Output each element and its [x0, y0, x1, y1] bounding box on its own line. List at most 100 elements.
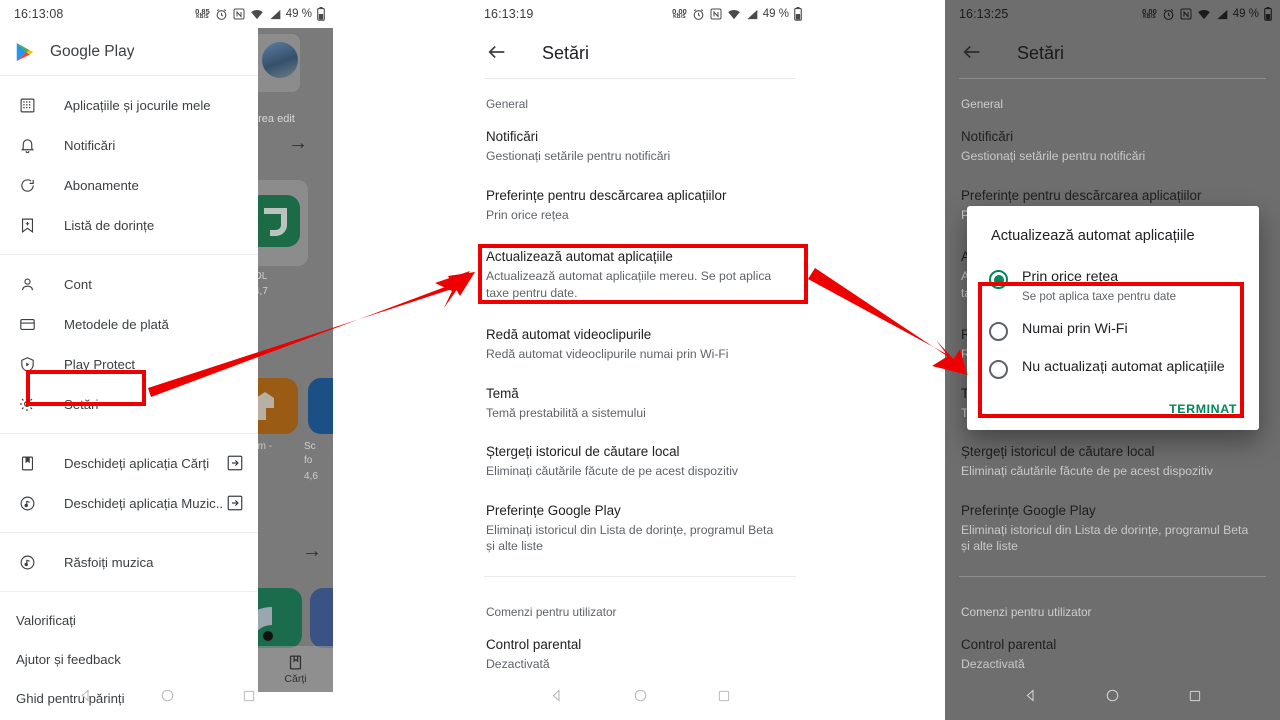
battery-icon [1264, 7, 1272, 21]
settings-row-parental-control[interactable]: Control parental Dezactivată [470, 625, 810, 684]
nav-home-icon[interactable] [1105, 688, 1120, 708]
drawer-app-title: Google Play [50, 42, 135, 60]
row-subtitle: Gestionați setările pentru notificări [961, 149, 1146, 164]
section-divider [484, 575, 796, 577]
sidebar-item-open-music[interactable]: Deschideți aplicația Muzic.. [0, 483, 258, 523]
sidebar-item-label: Deschideți aplicația Cărți [64, 455, 210, 471]
row-title: Preferințe pentru descărcarea aplicațiil… [961, 187, 1202, 203]
sidebar-item-label: Listă de dorințe [64, 217, 155, 233]
signal-icon [269, 9, 281, 20]
avatar [262, 42, 298, 78]
android-nav-bar-1 [0, 676, 333, 720]
alarm-icon [692, 8, 705, 21]
sidebar-item-subscriptions[interactable]: Abonamente [0, 165, 258, 205]
settings-row-notifications[interactable]: Notificări Gestionați setările pentru no… [470, 117, 810, 176]
network-rate-indicator: 0.00 KB/S [1142, 6, 1157, 21]
done-button[interactable]: TERMINAT [1169, 402, 1237, 416]
sidebar-item-browse-music[interactable]: Răsfoiți muzica [0, 542, 258, 582]
settings-row-theme[interactable]: Temă Temă prestabilită a sistemului [470, 374, 810, 433]
radio-option-no-auto-update[interactable]: Nu actualizați automat aplicațiile [989, 350, 1239, 388]
settings-row-notifications[interactable]: Notificări Gestionați setările pentru no… [945, 117, 1280, 176]
arrow-right-icon: → [288, 132, 308, 154]
section-divider [959, 575, 1266, 577]
sidebar-item-wishlist[interactable]: Listă de dorințe [0, 205, 258, 245]
settings-row-play-preferences[interactable]: Preferințe Google Play Eliminați istoric… [945, 491, 1280, 566]
row-title: Temă [486, 385, 519, 401]
screenshot-root: 16:13:08 0.85 KB/S 49 % Alegerea edit → [0, 0, 1280, 720]
nav-recents-icon[interactable] [717, 689, 731, 708]
option-label: Numai prin Wi-Fi [1022, 320, 1128, 337]
option-text-wrap: Numai prin Wi-Fi [1022, 321, 1128, 339]
battery-percent: 49 % [762, 8, 789, 20]
row-subtitle: Eliminați istoricul din Lista de dorințe… [486, 522, 774, 554]
radio-option-any-network[interactable]: Prin orice rețea Se pot aplica taxe pent… [989, 260, 1239, 312]
wifi-icon [1197, 9, 1211, 20]
phone-panel-auto-update-dialog: 16:13:25 0.00 KB/S 49 % Setări General N… [945, 0, 1280, 720]
radio-button-icon[interactable] [989, 321, 1008, 341]
arrow-right-icon-2: → [302, 540, 322, 562]
radio-option-wifi-only[interactable]: Numai prin Wi-Fi [989, 312, 1239, 350]
music-note-icon [16, 551, 38, 573]
credit-card-icon [16, 313, 38, 335]
row-title: Ștergeți istoricul de căutare local [961, 444, 1155, 460]
person-icon [16, 273, 38, 295]
nav-home-icon[interactable] [160, 688, 175, 708]
app-rating-2: 4,6 [304, 471, 318, 482]
radio-button-icon[interactable] [989, 359, 1008, 379]
sidebar-item-label: Cont [64, 276, 92, 292]
android-nav-bar-3 [945, 676, 1280, 720]
drawer-header: Google Play [0, 28, 258, 76]
settings-row-parental-control[interactable]: Control parental Dezactivată [945, 625, 1280, 684]
nav-back-icon[interactable] [549, 688, 564, 708]
sidebar-item-payment-methods[interactable]: Metodele de plată [0, 304, 258, 344]
dialog-actions: TERMINAT [967, 390, 1259, 424]
nav-back-icon[interactable] [78, 688, 93, 708]
nav-home-icon[interactable] [633, 688, 648, 708]
android-nav-bar-2 [470, 676, 810, 720]
status-time: 16:13:25 [959, 7, 1009, 21]
row-subtitle: Dezactivată [486, 656, 550, 671]
sidebar-item-help-feedback[interactable]: Ajutor și feedback [0, 640, 258, 679]
arrow-back-icon[interactable] [961, 41, 985, 65]
row-subtitle: Eliminați căutările făcute de pe acest d… [486, 464, 739, 479]
settings-app-bar-2: Setări [470, 28, 810, 78]
battery-percent: 49 % [285, 8, 312, 20]
sidebar-item-valorificati[interactable]: Valorificați [0, 601, 258, 640]
option-text-wrap: Nu actualizați automat aplicațiile [1022, 359, 1225, 377]
settings-row-autoplay-videos[interactable]: Redă automat videoclipurile Redă automat… [470, 315, 810, 374]
nav-back-icon[interactable] [1023, 688, 1038, 708]
sidebar-item-notifications[interactable]: Notificări [0, 125, 258, 165]
nav-recents-icon[interactable] [242, 689, 256, 708]
row-title: Redă automat videoclipurile [486, 327, 652, 343]
sidebar-item-label: Notificări [64, 137, 116, 153]
network-rate-indicator: 0.00 KB/S [672, 6, 687, 21]
sidebar-item-my-apps[interactable]: Aplicațiile și jocurile mele [0, 85, 258, 125]
settings-row-download-preferences[interactable]: Preferințe pentru descărcarea aplicațiil… [470, 176, 810, 235]
page-title: Setări [542, 42, 590, 63]
row-subtitle: Actualizează automat aplicațiile mereu. … [486, 269, 772, 300]
arrow-auto-update-to-dialog [808, 268, 968, 375]
row-title: Preferințe pentru descărcarea aplicațiil… [486, 187, 727, 203]
nav-recents-icon[interactable] [1188, 689, 1202, 708]
section-header-user-controls: Comenzi pentru utilizator [961, 604, 1092, 619]
sidebar-item-settings[interactable]: Setări [0, 384, 258, 424]
drawer-section-2: Cont Metodele de plată Play Protect Setă… [0, 254, 258, 433]
sidebar-item-play-protect[interactable]: Play Protect [0, 344, 258, 384]
auto-update-dialog: Actualizează automat aplicațiile Prin or… [967, 206, 1259, 430]
wifi-icon [727, 9, 741, 20]
settings-row-auto-update[interactable]: Actualizează automat aplicațiile Actuali… [470, 234, 810, 315]
arrow-back-icon[interactable] [486, 41, 510, 65]
sidebar-item-open-books[interactable]: Deschideți aplicația Cărți [0, 443, 258, 483]
settings-row-play-preferences[interactable]: Preferințe Google Play Eliminați istoric… [470, 491, 810, 566]
radio-button-selected-icon[interactable] [989, 270, 1008, 289]
sidebar-item-account[interactable]: Cont [0, 264, 258, 304]
row-subtitle: Dezactivată [961, 656, 1025, 671]
settings-row-clear-search-history[interactable]: Ștergeți istoricul de căutare local Elim… [470, 432, 810, 491]
status-icons: 0.85 KB/S 49 % [195, 7, 325, 21]
wifi-icon [250, 9, 264, 20]
settings-row-clear-search-history[interactable]: Ștergeți istoricul de căutare local Elim… [945, 432, 1280, 491]
drawer-scroll[interactable]: Aplicațiile și jocurile mele Notificări … [0, 76, 258, 720]
app-rating-1: OL [258, 271, 268, 282]
sidebar-item-label: Ajutor și feedback [16, 652, 121, 667]
google-play-logo-icon [14, 41, 36, 63]
